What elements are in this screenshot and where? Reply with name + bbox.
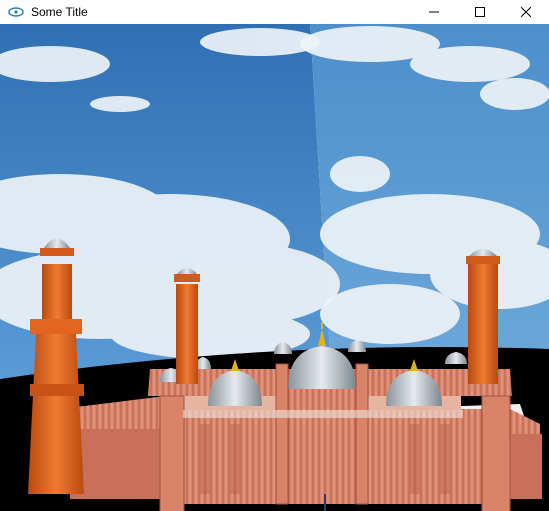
front-right-wall <box>510 434 542 499</box>
app-icon <box>8 4 24 20</box>
window-title: Some Title <box>31 5 88 19</box>
app-window: Some Title <box>0 0 549 511</box>
maximize-icon <box>475 7 485 17</box>
minaret-back-right <box>466 249 500 384</box>
close-icon <box>521 7 531 17</box>
minaret-back-left <box>174 268 200 384</box>
minimize-button[interactable] <box>411 0 457 24</box>
title-bar[interactable]: Some Title <box>0 0 549 24</box>
minimize-icon <box>429 11 439 13</box>
central-iwan <box>283 384 363 504</box>
opengl-viewport[interactable] <box>0 24 549 511</box>
close-button[interactable] <box>503 0 549 24</box>
scene-render <box>0 24 549 511</box>
front-left-wall <box>70 429 170 499</box>
maximize-button[interactable] <box>457 0 503 24</box>
